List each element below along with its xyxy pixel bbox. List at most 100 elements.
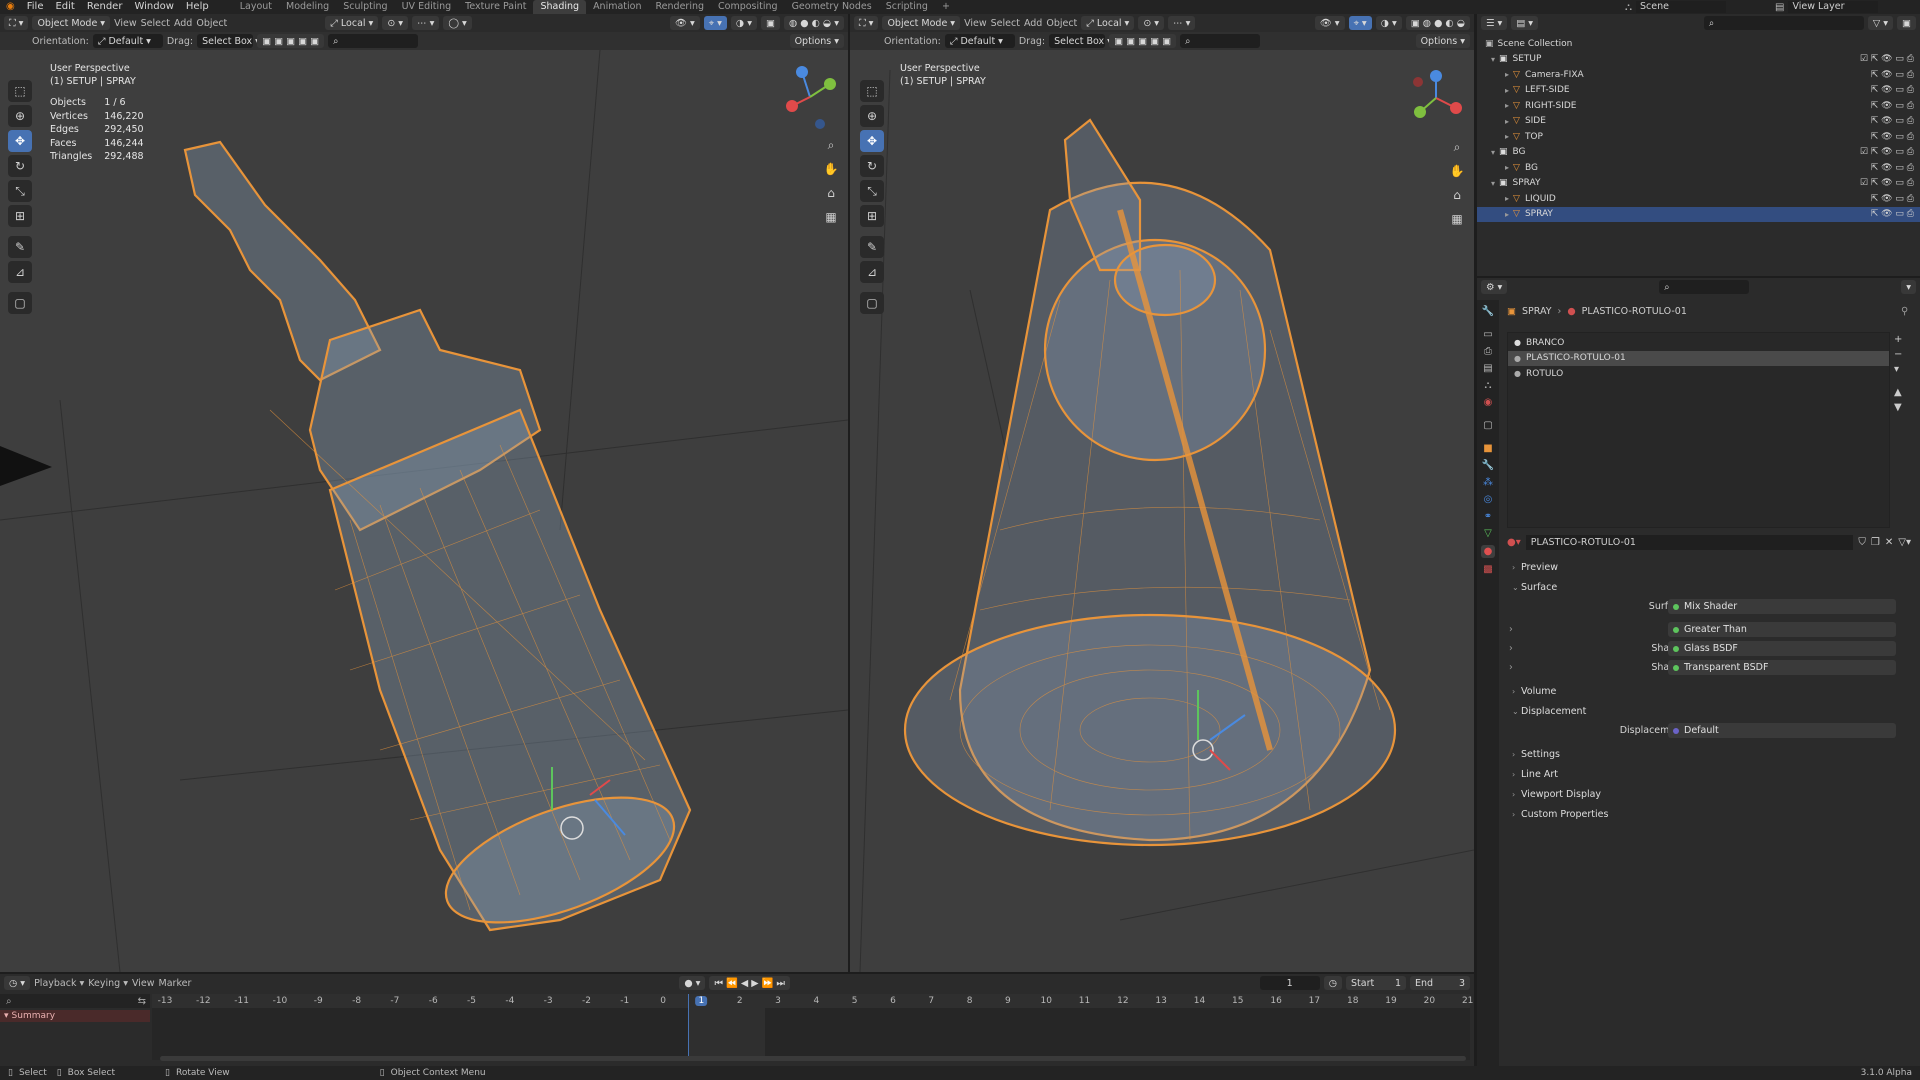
scene-name[interactable]: Scene: [1636, 1, 1726, 13]
tab-rendering[interactable]: Rendering: [649, 0, 712, 14]
world-tab-icon[interactable]: ◉: [1484, 397, 1493, 408]
gizmo-icon[interactable]: ⌖ ▾: [1348, 16, 1372, 30]
options-dropdown[interactable]: Options ▾: [1415, 34, 1470, 48]
menu-view[interactable]: View: [964, 18, 987, 29]
blender-logo-icon[interactable]: ◉: [0, 0, 21, 14]
viewport-left[interactable]: ⛶ ▾ Object Mode ▾ View Select Add Object…: [0, 14, 848, 972]
overlay-icon[interactable]: ◑ ▾: [730, 16, 757, 30]
options-dropdown[interactable]: Options ▾: [789, 34, 844, 48]
editor-type-icon[interactable]: ◷ ▾: [4, 976, 31, 990]
options-chevron-icon[interactable]: ▾: [1901, 280, 1916, 294]
filter-icon[interactable]: ▽ ▾: [1867, 16, 1894, 30]
transform-orientation-dropdown[interactable]: ⤢ Local ▾: [1081, 16, 1135, 30]
move-slot-up-icon[interactable]: ▲: [1894, 387, 1910, 398]
material-name-field[interactable]: PLASTICO-ROTULO-01: [1525, 534, 1854, 550]
overlay-icon[interactable]: ◑ ▾: [1375, 16, 1402, 30]
scale-tool-icon[interactable]: ⤡: [860, 180, 884, 202]
chevron-right-icon[interactable]: ▸: [1505, 132, 1509, 141]
transform-orientation-dropdown[interactable]: ⤢ Local ▾: [325, 16, 379, 30]
ortho-grid-icon[interactable]: ▦: [822, 208, 840, 226]
menu-select[interactable]: Select: [991, 18, 1020, 29]
scene-icon[interactable]: ⛬: [1625, 2, 1632, 13]
menu-add[interactable]: Add: [1024, 18, 1042, 29]
modifier-tab-icon[interactable]: 🔧: [1482, 460, 1494, 471]
search-field[interactable]: ⌕: [1180, 34, 1261, 48]
tab-shading[interactable]: Shading: [533, 0, 587, 14]
tab-layout[interactable]: Layout: [233, 0, 279, 14]
menu-object[interactable]: Object: [196, 18, 227, 29]
measure-tool-icon[interactable]: ⊿: [8, 261, 32, 283]
properties-search-field[interactable]: ⌕: [1659, 280, 1750, 294]
chevron-down-icon[interactable]: ▾: [1491, 148, 1495, 157]
visibility-toggle-icons[interactable]: ☑ ⇱ 👁 ▭ ⎙: [1860, 178, 1914, 188]
collection-tab-icon[interactable]: ▢: [1483, 420, 1492, 431]
view-layer-tab-icon[interactable]: ▤: [1483, 363, 1492, 374]
tab-modeling[interactable]: Modeling: [279, 0, 336, 14]
chevron-right-icon[interactable]: ›: [1509, 624, 1513, 635]
outliner-row[interactable]: ▾ ▣ SPRAY ☑ ⇱ 👁 ▭ ⎙: [1477, 176, 1920, 192]
scale-tool-icon[interactable]: ⤡: [8, 180, 32, 202]
timeline-search-field[interactable]: ⌕ ⇆: [0, 994, 150, 1008]
panel-custom-properties[interactable]: › Custom Properties: [1507, 804, 1917, 824]
unlink-material-icon[interactable]: ✕: [1885, 537, 1893, 548]
chevron-down-icon[interactable]: ▾: [1491, 55, 1495, 64]
navigation-gizmo-icon[interactable]: [1408, 66, 1468, 136]
select-mode-icons[interactable]: ▣ ▣ ▣ ▣ ▣: [1109, 34, 1177, 48]
outliner-row[interactable]: ▸ ▽ Camera-FIXA ⇱ 👁 ▭ ⎙: [1477, 67, 1920, 83]
panel-surface[interactable]: ⌄ Surface: [1507, 577, 1917, 597]
visibility-toggle-icons[interactable]: ⇱ 👁 ▭ ⎙: [1871, 132, 1914, 142]
transform-tool-icon[interactable]: ⊞: [860, 205, 884, 227]
snap-icon[interactable]: ⋯ ▾: [412, 16, 440, 30]
add-slot-icon[interactable]: +: [1894, 334, 1910, 345]
pan-hand-icon[interactable]: ✋: [1448, 162, 1466, 180]
annotate-tool-icon[interactable]: ✎: [8, 236, 32, 258]
scene-collection-row[interactable]: ▣ Scene Collection: [1477, 36, 1920, 52]
displacement-field[interactable]: Default: [1668, 723, 1896, 738]
chevron-right-icon[interactable]: ▸: [1505, 163, 1509, 172]
outliner-row[interactable]: ▸ ▽ LEFT-SIDE ⇱ 👁 ▭ ⎙: [1477, 83, 1920, 99]
material-slot[interactable]: ● PLASTICO-ROTULO-01: [1508, 350, 1889, 366]
panel-volume[interactable]: › Volume: [1507, 681, 1917, 701]
timeline-scrollbar[interactable]: [160, 1056, 1466, 1061]
panel-settings[interactable]: › Settings: [1507, 744, 1917, 764]
visibility-toggle-icons[interactable]: ⇱ 👁 ▭ ⎙: [1871, 163, 1914, 173]
editor-type-icon[interactable]: ☰ ▾: [1481, 16, 1508, 30]
orientation-dropdown[interactable]: ⤢ Default ▾: [944, 34, 1015, 48]
visibility-toggle-icons[interactable]: ⇱ 👁 ▭ ⎙: [1871, 194, 1914, 204]
mode-dropdown[interactable]: Object Mode ▾: [32, 16, 111, 30]
visibility-toggle-icons[interactable]: ☑ ⇱ 👁 ▭ ⎙: [1860, 54, 1914, 64]
shader-node-field[interactable]: Glass BSDF: [1668, 641, 1896, 656]
add-cube-tool-icon[interactable]: ▢: [8, 292, 32, 314]
visibility-icon[interactable]: 👁 ▾: [1314, 16, 1345, 30]
output-tab-icon[interactable]: ⎙: [1484, 346, 1492, 357]
tab-animation[interactable]: Animation: [586, 0, 648, 14]
panel-displacement[interactable]: ⌄ Displacement: [1507, 701, 1917, 721]
visibility-icon[interactable]: 👁 ▾: [669, 16, 700, 30]
mode-dropdown[interactable]: Object Mode ▾: [882, 16, 961, 30]
current-frame-field[interactable]: 1: [1259, 976, 1320, 990]
search-field[interactable]: ⌕: [328, 34, 419, 48]
remove-slot-icon[interactable]: −: [1894, 349, 1910, 360]
shading-modes[interactable]: ▣ ◍ ● ◐ ◒: [1405, 16, 1470, 30]
tab-geometry-nodes[interactable]: Geometry Nodes: [785, 0, 879, 14]
drag-dropdown[interactable]: Select Box ▾: [1049, 34, 1112, 48]
physics-tab-icon[interactable]: ◎: [1484, 494, 1493, 505]
add-cube-tool-icon[interactable]: ▢: [860, 292, 884, 314]
pivot-icon[interactable]: ⊙ ▾: [382, 16, 409, 30]
annotate-tool-icon[interactable]: ✎: [860, 236, 884, 258]
chevron-right-icon[interactable]: ▸: [1505, 101, 1509, 110]
navigation-gizmo-icon[interactable]: [780, 62, 840, 132]
select-box-tool-icon[interactable]: ⬚: [8, 80, 32, 102]
scene-tab-icon[interactable]: ⛬: [1485, 380, 1492, 391]
outliner-row[interactable]: ▸ ▽ RIGHT-SIDE ⇱ 👁 ▭ ⎙: [1477, 98, 1920, 114]
new-collection-icon[interactable]: ▣: [1897, 16, 1916, 30]
rotate-tool-icon[interactable]: ↻: [8, 155, 32, 177]
pivot-icon[interactable]: ⊙ ▾: [1138, 16, 1165, 30]
select-box-tool-icon[interactable]: ⬚: [860, 80, 884, 102]
viewport-right[interactable]: ⛶ ▾ Object Mode ▾ View Select Add Object…: [850, 14, 1474, 972]
start-frame-field[interactable]: Start 1: [1346, 976, 1406, 990]
transform-tool-icon[interactable]: ⊞: [8, 205, 32, 227]
record-icon[interactable]: ● ▾: [679, 976, 706, 990]
rotate-tool-icon[interactable]: ↻: [860, 155, 884, 177]
end-frame-field[interactable]: End 3: [1410, 976, 1470, 990]
